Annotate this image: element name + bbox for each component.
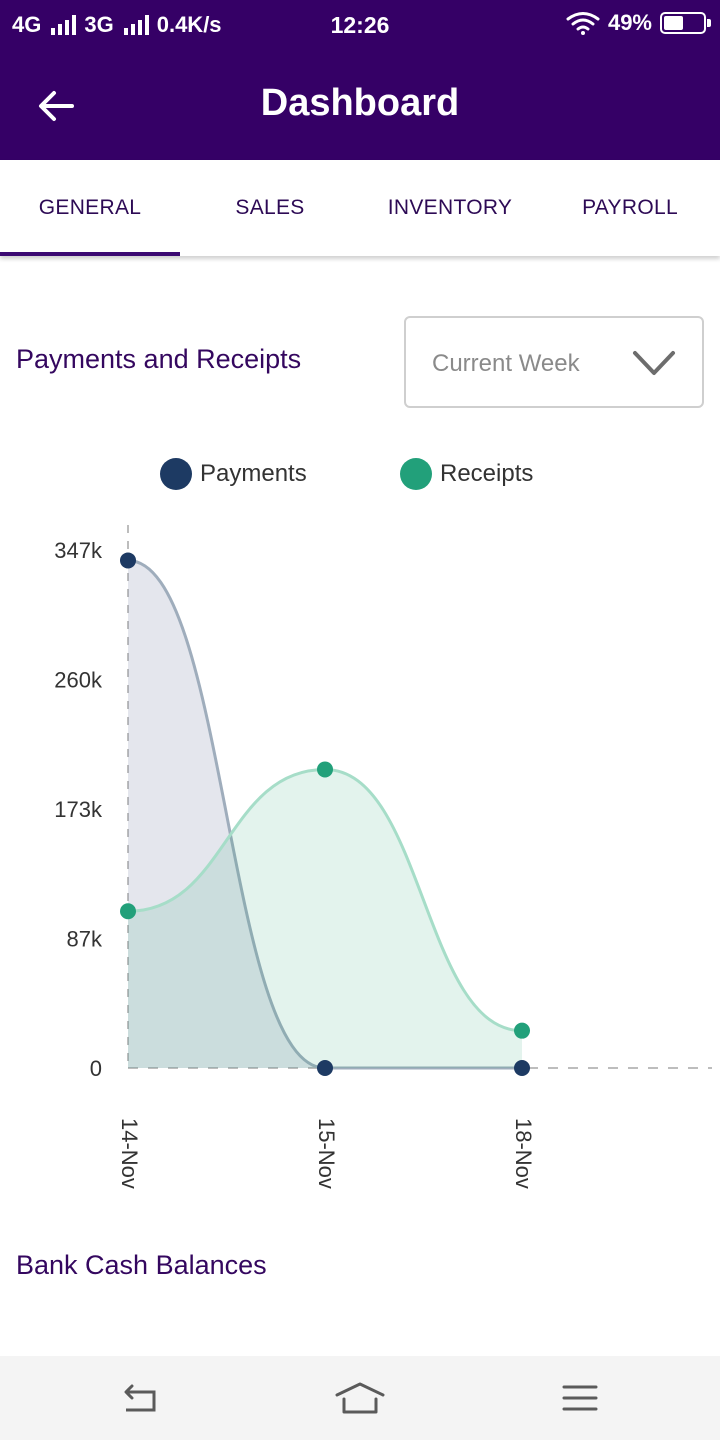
nav-home-button[interactable] xyxy=(330,1376,390,1420)
payments-receipts-chart: 0 87k 173k 260k 347k 14-Nov 15-Nov 18-Nov xyxy=(54,525,712,1189)
legend-payments[interactable]: Payments xyxy=(160,458,307,490)
home-nav-icon xyxy=(335,1382,385,1414)
nav-menu-button[interactable] xyxy=(550,1376,610,1420)
device-status: 49% xyxy=(566,10,711,36)
legend-receipts-marker xyxy=(400,458,432,490)
menu-nav-icon xyxy=(562,1385,598,1411)
y-tick-label: 173k xyxy=(54,797,103,822)
data-point-receipts[interactable] xyxy=(120,903,136,920)
page-title: Dashboard xyxy=(260,82,460,124)
wifi-icon xyxy=(566,12,600,35)
data-point-payments[interactable] xyxy=(317,1060,333,1076)
x-tick-label: 14-Nov xyxy=(117,1118,142,1189)
tab-sales[interactable]: SALES xyxy=(180,160,360,256)
x-tick-label: 15-Nov xyxy=(314,1118,339,1189)
period-select[interactable]: Current Week xyxy=(404,316,704,408)
tab-payroll[interactable]: PAYROLL xyxy=(540,160,720,256)
y-tick-label: 0 xyxy=(90,1056,102,1081)
period-select-value: Current Week xyxy=(432,350,580,377)
legend-payments-label: Payments xyxy=(200,460,307,487)
dashboard-screen: 4G 3G 0.4K/s 12:26 49% Dashboard GENERAL… xyxy=(0,0,720,1440)
y-tick-label: 260k xyxy=(54,668,103,693)
x-tick-label: 18-Nov xyxy=(511,1118,536,1189)
nav-back-button[interactable] xyxy=(110,1376,170,1420)
chevron-down-icon xyxy=(633,351,675,375)
data-point-payments[interactable] xyxy=(514,1060,530,1076)
legend-receipts[interactable]: Receipts xyxy=(400,458,533,490)
app-header: 4G 3G 0.4K/s 12:26 49% Dashboard xyxy=(0,0,720,160)
bank-cash-balances-title: Bank Cash Balances xyxy=(16,1250,267,1280)
tab-inventory[interactable]: INVENTORY xyxy=(360,160,540,256)
system-nav-bar xyxy=(0,1356,720,1440)
status-bar: 4G 3G 0.4K/s 12:26 49% xyxy=(0,0,720,50)
tab-bar: GENERAL SALES INVENTORY PAYROLL xyxy=(0,160,720,256)
y-tick-label: 87k xyxy=(67,927,103,952)
payments-receipts-title: Payments and Receipts xyxy=(16,344,302,374)
data-point-receipts[interactable] xyxy=(514,1022,530,1039)
legend-payments-marker xyxy=(160,458,192,490)
data-point-payments[interactable] xyxy=(120,552,136,569)
y-tick-label: 347k xyxy=(54,538,103,563)
data-point-receipts[interactable] xyxy=(317,761,333,778)
back-nav-icon xyxy=(124,1384,156,1412)
tab-general[interactable]: GENERAL xyxy=(0,160,180,256)
legend-receipts-label: Receipts xyxy=(440,460,534,487)
battery-icon xyxy=(660,12,711,34)
battery-percent: 49% xyxy=(607,10,652,35)
